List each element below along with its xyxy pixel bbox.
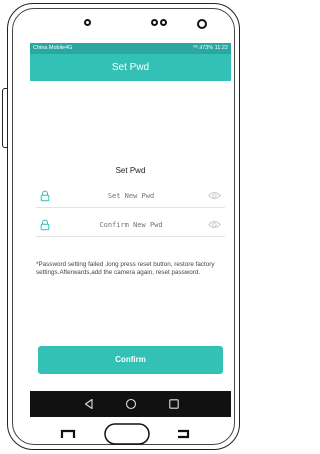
set-pwd-form: Set Pwd *Password setting failed ,long p… — [30, 81, 231, 391]
phone-front-camera — [197, 19, 207, 29]
status-indicators: ⁴ᴳ.ıl73% 11:22 — [192, 45, 228, 51]
form-heading: Set Pwd — [115, 166, 146, 175]
hardware-back-icon[interactable] — [175, 428, 191, 440]
recent-square-icon[interactable] — [167, 397, 181, 411]
confirm-password-input[interactable] — [66, 217, 196, 233]
status-carrier: China Mobile4G — [33, 45, 73, 51]
phone-camera-dot — [151, 19, 158, 26]
home-circle-icon[interactable] — [124, 397, 138, 411]
hardware-home-button[interactable] — [104, 423, 150, 445]
lock-icon — [40, 219, 50, 231]
title-bar: Set Pwd — [30, 54, 231, 81]
hardware-menu-icon[interactable] — [60, 428, 76, 440]
page-title: Set Pwd — [111, 62, 150, 73]
show-password-eye-icon[interactable] — [208, 220, 221, 229]
phone-screen: China Mobile4G ⁴ᴳ.ıl73% 11:22 Set Pwd Se… — [30, 43, 231, 417]
reset-password-note: *Password setting failed ,long press res… — [36, 261, 215, 277]
new-password-field — [36, 185, 225, 208]
new-password-input[interactable] — [66, 188, 196, 204]
confirm-password-field — [36, 214, 225, 237]
lock-icon — [40, 190, 50, 202]
show-password-eye-icon[interactable] — [208, 191, 221, 200]
phone-sensor-dot — [84, 19, 91, 26]
back-triangle-icon[interactable] — [82, 397, 96, 411]
status-bar: China Mobile4G ⁴ᴳ.ıl73% 11:22 — [30, 43, 231, 54]
confirm-button[interactable]: Confirm — [38, 346, 223, 374]
android-nav-bar — [30, 391, 231, 417]
phone-camera-dot-2 — [160, 19, 167, 26]
